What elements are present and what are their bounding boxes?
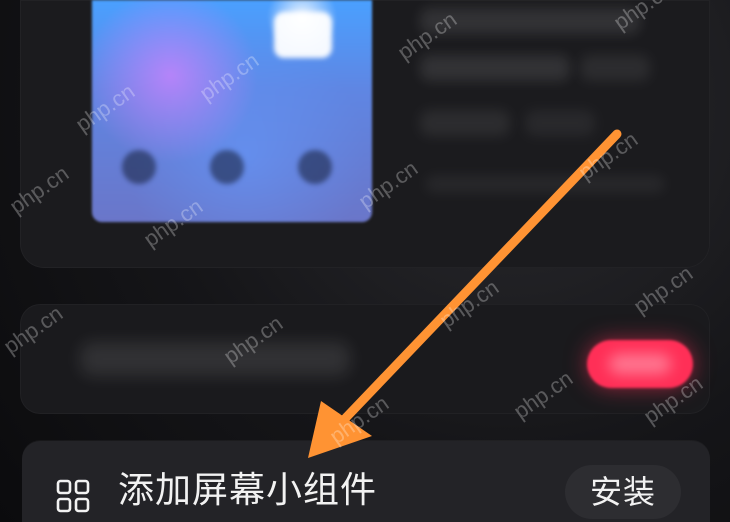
blurred-meta — [420, 110, 510, 136]
add-widget-row[interactable]: 添加屏幕小组件 安装 — [22, 441, 710, 522]
preview-dot — [122, 150, 156, 184]
add-widget-label: 添加屏幕小组件 — [118, 470, 378, 511]
blurred-subtitle — [580, 55, 650, 81]
screen: 添加屏幕小组件 安装 php.cn php.cn php.cn php.cn p… — [0, 0, 730, 522]
install-button[interactable]: 安装 — [565, 465, 681, 519]
app-preview-image — [92, 0, 372, 222]
promo-row — [20, 304, 710, 414]
preview-dot — [210, 150, 244, 184]
preview-highlight — [274, 12, 332, 58]
app-detail-card — [20, 0, 710, 268]
grid-icon — [56, 479, 90, 513]
blurred-promo-text — [80, 342, 350, 376]
blurred-meta — [525, 110, 595, 136]
blurred-meta — [425, 175, 665, 193]
preview-dot — [298, 150, 332, 184]
blurred-subtitle — [420, 55, 570, 81]
button-highlight — [609, 354, 671, 374]
